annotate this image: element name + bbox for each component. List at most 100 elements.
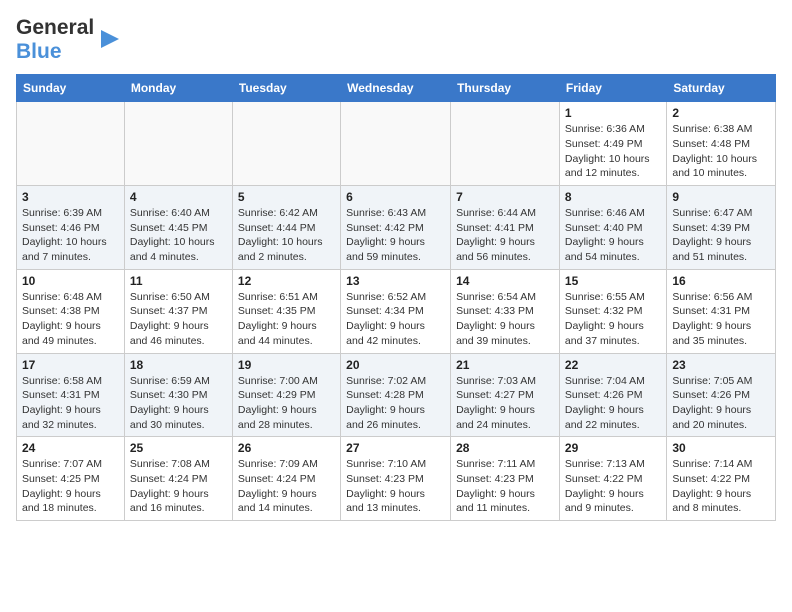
day-info: Sunrise: 7:09 AM Sunset: 4:24 PM Dayligh…: [238, 457, 335, 516]
weekday-header-friday: Friday: [559, 75, 666, 102]
calendar-cell: 23Sunrise: 7:05 AM Sunset: 4:26 PM Dayli…: [667, 353, 776, 437]
day-info: Sunrise: 6:38 AM Sunset: 4:48 PM Dayligh…: [672, 122, 770, 181]
day-number: 7: [456, 190, 554, 204]
day-number: 11: [130, 274, 227, 288]
day-number: 1: [565, 106, 661, 120]
day-number: 26: [238, 441, 335, 455]
calendar-cell: [451, 102, 560, 186]
weekday-header-saturday: Saturday: [667, 75, 776, 102]
calendar-cell: 24 Sunrise: 7:07 AM Sunset: 4:25 PM Dayli…: [17, 437, 125, 521]
calendar-cell: 16 Sunrise: 6:56 AM Sunset: 4:31 PM Dayli…: [667, 269, 776, 353]
calendar-cell: 7 Sunrise: 6:44 AM Sunset: 4:41 PM Daylig…: [451, 186, 560, 270]
day-info: Sunrise: 6:54 AM Sunset: 4:33 PM Dayligh…: [456, 290, 554, 349]
calendar-cell: 15 Sunrise: 6:55 AM Sunset: 4:32 PM Dayli…: [559, 269, 666, 353]
calendar-cell: 8 Sunrise: 6:46 AM Sunset: 4:40 PM Daylig…: [559, 186, 666, 270]
calendar-cell: 5 Sunrise: 6:42 AM Sunset: 4:44 PM Daylig…: [232, 186, 340, 270]
day-number: 25: [130, 441, 227, 455]
calendar-cell: 10 Sunrise: 6:48 AM Sunset: 4:38 PM Dayli…: [17, 269, 125, 353]
logo-text-blue: Blue: [16, 40, 94, 64]
calendar-cell: [232, 102, 340, 186]
calendar-cell: 9Sunrise: 6:47 AM Sunset: 4:39 PM Daylig…: [667, 186, 776, 270]
day-info: Sunrise: 6:46 AM Sunset: 4:40 PM Dayligh…: [565, 206, 661, 265]
day-info: Sunrise: 6:51 AM Sunset: 4:35 PM Dayligh…: [238, 290, 335, 349]
calendar-cell: 29 Sunrise: 7:13 AM Sunset: 4:22 PM Dayli…: [559, 437, 666, 521]
day-info: Sunrise: 6:52 AM Sunset: 4:34 PM Dayligh…: [346, 290, 445, 349]
day-info: Sunrise: 6:48 AM Sunset: 4:38 PM Dayligh…: [22, 290, 119, 349]
calendar-cell: 21 Sunrise: 7:03 AM Sunset: 4:27 PM Dayli…: [451, 353, 560, 437]
day-info: Sunrise: 6:55 AM Sunset: 4:32 PM Dayligh…: [565, 290, 661, 349]
day-info: Sunrise: 6:58 AM Sunset: 4:31 PM Dayligh…: [22, 374, 119, 433]
weekday-header-sunday: Sunday: [17, 75, 125, 102]
calendar-cell: 27Sunrise: 7:10 AM Sunset: 4:23 PM Dayli…: [341, 437, 451, 521]
day-number: 20: [346, 358, 445, 372]
day-number: 2: [672, 106, 770, 120]
calendar-cell: [17, 102, 125, 186]
logo-text-general: General: [16, 16, 94, 40]
day-number: 28: [456, 441, 554, 455]
day-number: 23: [672, 358, 770, 372]
day-info: Sunrise: 6:39 AM Sunset: 4:46 PM Dayligh…: [22, 206, 119, 265]
calendar-cell: 22 Sunrise: 7:04 AM Sunset: 4:26 PM Dayli…: [559, 353, 666, 437]
calendar-cell: 2 Sunrise: 6:38 AM Sunset: 4:48 PM Daylig…: [667, 102, 776, 186]
day-info: Sunrise: 6:44 AM Sunset: 4:41 PM Dayligh…: [456, 206, 554, 265]
calendar-cell: 17 Sunrise: 6:58 AM Sunset: 4:31 PM Dayli…: [17, 353, 125, 437]
day-number: 5: [238, 190, 335, 204]
day-info: Sunrise: 6:42 AM Sunset: 4:44 PM Dayligh…: [238, 206, 335, 265]
day-info: Sunrise: 6:56 AM Sunset: 4:31 PM Dayligh…: [672, 290, 770, 349]
day-number: 16: [672, 274, 770, 288]
day-number: 10: [22, 274, 119, 288]
day-info: Sunrise: 7:14 AM Sunset: 4:22 PM Dayligh…: [672, 457, 770, 516]
calendar-cell: 12Sunrise: 6:51 AM Sunset: 4:35 PM Dayli…: [232, 269, 340, 353]
calendar-week-row: 3Sunrise: 6:39 AM Sunset: 4:46 PM Daylig…: [17, 186, 776, 270]
weekday-header-thursday: Thursday: [451, 75, 560, 102]
day-info: Sunrise: 6:36 AM Sunset: 4:49 PM Dayligh…: [565, 122, 661, 181]
calendar-cell: [124, 102, 232, 186]
calendar-cell: 13Sunrise: 6:52 AM Sunset: 4:34 PM Dayli…: [341, 269, 451, 353]
calendar-cell: 28 Sunrise: 7:11 AM Sunset: 4:23 PM Dayli…: [451, 437, 560, 521]
calendar-week-row: 24 Sunrise: 7:07 AM Sunset: 4:25 PM Dayli…: [17, 437, 776, 521]
calendar-cell: 19 Sunrise: 7:00 AM Sunset: 4:29 PM Dayli…: [232, 353, 340, 437]
day-number: 24: [22, 441, 119, 455]
day-number: 19: [238, 358, 335, 372]
day-info: Sunrise: 7:08 AM Sunset: 4:24 PM Dayligh…: [130, 457, 227, 516]
day-number: 17: [22, 358, 119, 372]
weekday-header-tuesday: Tuesday: [232, 75, 340, 102]
calendar-cell: 11 Sunrise: 6:50 AM Sunset: 4:37 PM Dayli…: [124, 269, 232, 353]
calendar-cell: [341, 102, 451, 186]
day-info: Sunrise: 6:50 AM Sunset: 4:37 PM Dayligh…: [130, 290, 227, 349]
day-info: Sunrise: 7:11 AM Sunset: 4:23 PM Dayligh…: [456, 457, 554, 516]
day-number: 22: [565, 358, 661, 372]
page-header: General Blue: [16, 16, 776, 64]
calendar-week-row: 10 Sunrise: 6:48 AM Sunset: 4:38 PM Dayli…: [17, 269, 776, 353]
day-info: Sunrise: 6:43 AM Sunset: 4:42 PM Dayligh…: [346, 206, 445, 265]
day-number: 8: [565, 190, 661, 204]
day-number: 15: [565, 274, 661, 288]
logo: General Blue: [16, 16, 121, 64]
calendar-cell: 3Sunrise: 6:39 AM Sunset: 4:46 PM Daylig…: [17, 186, 125, 270]
calendar-cell: 6 Sunrise: 6:43 AM Sunset: 4:42 PM Daylig…: [341, 186, 451, 270]
day-info: Sunrise: 7:02 AM Sunset: 4:28 PM Dayligh…: [346, 374, 445, 433]
day-info: Sunrise: 6:47 AM Sunset: 4:39 PM Dayligh…: [672, 206, 770, 265]
day-number: 6: [346, 190, 445, 204]
calendar-week-row: 1 Sunrise: 6:36 AM Sunset: 4:49 PM Daylig…: [17, 102, 776, 186]
day-number: 21: [456, 358, 554, 372]
day-info: Sunrise: 7:13 AM Sunset: 4:22 PM Dayligh…: [565, 457, 661, 516]
day-info: Sunrise: 6:40 AM Sunset: 4:45 PM Dayligh…: [130, 206, 227, 265]
calendar-cell: 26 Sunrise: 7:09 AM Sunset: 4:24 PM Dayli…: [232, 437, 340, 521]
calendar-cell: 18Sunrise: 6:59 AM Sunset: 4:30 PM Dayli…: [124, 353, 232, 437]
calendar-cell: 14Sunrise: 6:54 AM Sunset: 4:33 PM Dayli…: [451, 269, 560, 353]
day-info: Sunrise: 7:00 AM Sunset: 4:29 PM Dayligh…: [238, 374, 335, 433]
weekday-header-wednesday: Wednesday: [341, 75, 451, 102]
calendar-week-row: 17 Sunrise: 6:58 AM Sunset: 4:31 PM Dayli…: [17, 353, 776, 437]
calendar-cell: 1 Sunrise: 6:36 AM Sunset: 4:49 PM Daylig…: [559, 102, 666, 186]
day-number: 4: [130, 190, 227, 204]
day-info: Sunrise: 7:03 AM Sunset: 4:27 PM Dayligh…: [456, 374, 554, 433]
calendar-table: SundayMondayTuesdayWednesdayThursdayFrid…: [16, 74, 776, 521]
day-info: Sunrise: 7:04 AM Sunset: 4:26 PM Dayligh…: [565, 374, 661, 433]
logo-arrow-icon: [99, 28, 121, 50]
day-info: Sunrise: 7:07 AM Sunset: 4:25 PM Dayligh…: [22, 457, 119, 516]
day-number: 29: [565, 441, 661, 455]
calendar-cell: 20 Sunrise: 7:02 AM Sunset: 4:28 PM Dayli…: [341, 353, 451, 437]
calendar-cell: 25 Sunrise: 7:08 AM Sunset: 4:24 PM Dayli…: [124, 437, 232, 521]
weekday-header-monday: Monday: [124, 75, 232, 102]
